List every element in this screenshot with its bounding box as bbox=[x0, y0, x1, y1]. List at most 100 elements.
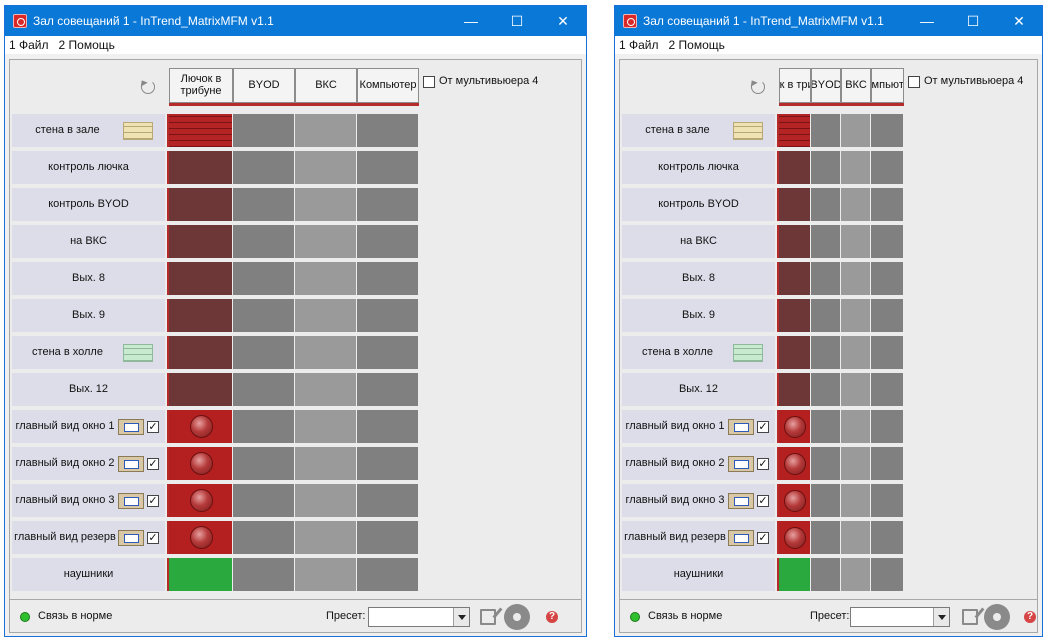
row-checkbox[interactable]: ✓ bbox=[147, 420, 159, 433]
matrix-cell[interactable] bbox=[233, 410, 295, 443]
matrix-cell[interactable] bbox=[357, 558, 419, 591]
matrix-cell[interactable] bbox=[233, 151, 295, 184]
matrix-cell[interactable] bbox=[871, 558, 904, 591]
gear-icon[interactable] bbox=[504, 604, 530, 630]
matrix-cell[interactable] bbox=[357, 336, 419, 369]
maximize-button[interactable]: ☐ bbox=[950, 6, 996, 36]
matrix-cell[interactable] bbox=[841, 484, 871, 517]
refresh-icon[interactable] bbox=[141, 80, 155, 94]
matrix-cell[interactable] bbox=[779, 373, 811, 406]
matrix-cell[interactable] bbox=[295, 336, 357, 369]
row-checkbox[interactable]: ✓ bbox=[147, 531, 159, 544]
matrix-cell[interactable] bbox=[233, 336, 295, 369]
chevron-down-icon[interactable] bbox=[453, 608, 469, 626]
menu-help[interactable]: 2 Помощь bbox=[59, 38, 115, 52]
matrix-cell[interactable] bbox=[779, 336, 811, 369]
matrix-cell[interactable] bbox=[871, 410, 904, 443]
matrix-cell[interactable] bbox=[841, 151, 871, 184]
row-checkbox[interactable]: ✓ bbox=[757, 420, 769, 433]
close-button[interactable]: ✕ bbox=[540, 6, 586, 36]
matrix-cell[interactable] bbox=[233, 447, 295, 480]
matrix-cell[interactable] bbox=[841, 410, 871, 443]
matrix-cell[interactable] bbox=[169, 151, 233, 184]
chevron-down-icon[interactable] bbox=[933, 608, 949, 626]
matrix-cell[interactable] bbox=[871, 299, 904, 332]
matrix-cell[interactable] bbox=[841, 262, 871, 295]
matrix-cell[interactable] bbox=[779, 225, 811, 258]
matrix-cell[interactable] bbox=[295, 151, 357, 184]
gear-icon[interactable] bbox=[984, 604, 1010, 630]
matrix-cell[interactable] bbox=[169, 225, 233, 258]
matrix-cell[interactable] bbox=[841, 188, 871, 221]
menu-file[interactable]: 1 Файл bbox=[9, 38, 49, 52]
row-checkbox[interactable]: ✓ bbox=[757, 457, 769, 470]
matrix-cell[interactable] bbox=[357, 373, 419, 406]
matrix-cell[interactable] bbox=[357, 151, 419, 184]
minimize-button[interactable]: — bbox=[448, 6, 494, 36]
column-header-2[interactable]: ВКС bbox=[841, 68, 871, 103]
matrix-cell[interactable] bbox=[169, 188, 233, 221]
matrix-cell[interactable] bbox=[169, 262, 233, 295]
matrix-cell[interactable] bbox=[871, 447, 904, 480]
matrix-cell[interactable] bbox=[841, 558, 871, 591]
matrix-cell[interactable] bbox=[779, 262, 811, 295]
matrix-cell[interactable] bbox=[779, 521, 811, 554]
matrix-cell[interactable] bbox=[779, 151, 811, 184]
matrix-cell[interactable] bbox=[169, 410, 233, 443]
matrix-cell[interactable] bbox=[841, 114, 871, 147]
matrix-cell[interactable] bbox=[779, 447, 811, 480]
matrix-cell[interactable] bbox=[295, 558, 357, 591]
matrix-cell[interactable] bbox=[811, 558, 841, 591]
matrix-cell[interactable] bbox=[295, 447, 357, 480]
matrix-cell[interactable] bbox=[295, 410, 357, 443]
matrix-cell[interactable] bbox=[871, 373, 904, 406]
matrix-cell[interactable] bbox=[233, 299, 295, 332]
matrix-cell[interactable] bbox=[841, 447, 871, 480]
matrix-cell[interactable] bbox=[295, 521, 357, 554]
matrix-cell[interactable] bbox=[811, 114, 841, 147]
matrix-cell[interactable] bbox=[233, 521, 295, 554]
matrix-cell[interactable] bbox=[811, 336, 841, 369]
matrix-cell[interactable] bbox=[871, 225, 904, 258]
matrix-cell[interactable] bbox=[811, 151, 841, 184]
matrix-cell[interactable] bbox=[357, 521, 419, 554]
maximize-button[interactable]: ☐ bbox=[494, 6, 540, 36]
matrix-cell[interactable] bbox=[841, 373, 871, 406]
matrix-cell[interactable] bbox=[779, 410, 811, 443]
matrix-cell[interactable] bbox=[295, 299, 357, 332]
matrix-cell[interactable] bbox=[811, 373, 841, 406]
matrix-cell[interactable] bbox=[233, 262, 295, 295]
refresh-icon[interactable] bbox=[751, 80, 765, 94]
column-header-1[interactable]: BYOD bbox=[233, 68, 295, 103]
matrix-cell[interactable] bbox=[295, 188, 357, 221]
matrix-cell[interactable] bbox=[169, 336, 233, 369]
matrix-cell[interactable] bbox=[811, 262, 841, 295]
matrix-cell[interactable] bbox=[295, 225, 357, 258]
matrix-cell[interactable] bbox=[779, 299, 811, 332]
matrix-cell[interactable] bbox=[295, 484, 357, 517]
matrix-cell[interactable] bbox=[871, 188, 904, 221]
matrix-cell[interactable] bbox=[169, 521, 233, 554]
matrix-cell[interactable] bbox=[169, 299, 233, 332]
help-icon[interactable]: ? bbox=[1024, 611, 1036, 623]
column-header-1[interactable]: BYOD bbox=[811, 68, 841, 103]
column-header-0[interactable]: Лючок в трибуне bbox=[169, 68, 233, 103]
matrix-cell[interactable] bbox=[233, 373, 295, 406]
matrix-cell[interactable] bbox=[357, 484, 419, 517]
matrix-cell[interactable] bbox=[169, 484, 233, 517]
matrix-cell[interactable] bbox=[169, 558, 233, 591]
matrix-cell[interactable] bbox=[295, 262, 357, 295]
matrix-cell[interactable] bbox=[169, 447, 233, 480]
edit-icon[interactable] bbox=[962, 609, 978, 625]
matrix-cell[interactable] bbox=[841, 521, 871, 554]
minimize-button[interactable]: — bbox=[904, 6, 950, 36]
matrix-cell[interactable] bbox=[871, 484, 904, 517]
matrix-cell[interactable] bbox=[357, 188, 419, 221]
column-header-3[interactable]: Компьютер bbox=[357, 68, 419, 103]
matrix-cell[interactable] bbox=[779, 114, 811, 147]
multiviewer-checkbox[interactable] bbox=[908, 76, 920, 88]
column-header-3[interactable]: Компьютер bbox=[871, 68, 904, 103]
matrix-cell[interactable] bbox=[811, 447, 841, 480]
row-checkbox[interactable]: ✓ bbox=[757, 494, 769, 507]
row-checkbox[interactable]: ✓ bbox=[147, 494, 159, 507]
